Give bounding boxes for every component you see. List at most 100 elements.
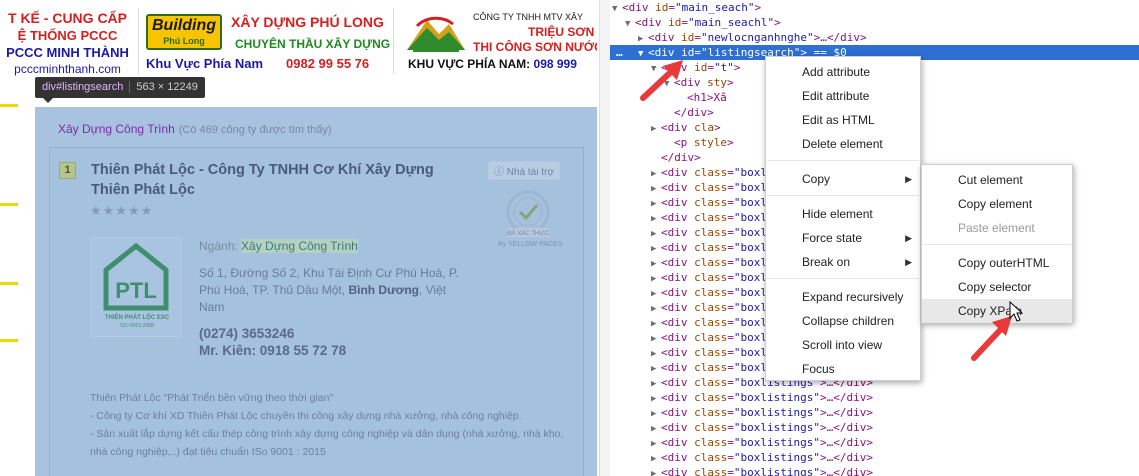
menu-item-label: Copy element: [958, 197, 1033, 211]
menu-item-force-state[interactable]: Force state ▶: [766, 226, 920, 250]
menu-item-label: Force state: [802, 231, 863, 245]
logo-caption: THIÊN PHÁT LỘC EXC: [104, 315, 170, 321]
menu-item-label: Scroll into view: [802, 338, 883, 352]
menu-item-hide-element[interactable]: Hide element: [766, 202, 920, 226]
ad-divider: [393, 8, 394, 74]
menu-item-label: Edit attribute: [802, 89, 870, 103]
node-attr-name: sty: [707, 76, 727, 89]
menu-item-edit-as-html[interactable]: Edit as HTML: [766, 108, 920, 132]
ad-xay-dung-phu-long[interactable]: Building Phú Long XÂY DỰNG PHÚ LONG CHUY…: [140, 6, 390, 76]
company-card[interactable]: 1 Thiên Phát Lộc - Công Ty TNHH Cơ Khí X…: [49, 147, 584, 476]
building-logo: Building Phú Long: [146, 14, 222, 50]
inspect-tooltip: div#listingsearch 563 × 12249: [35, 77, 205, 103]
company-logo[interactable]: PTL THIÊN PHÁT LỘC EXC ISO 9001:2008: [91, 237, 181, 337]
company-phone[interactable]: (0274) 3653246: [199, 326, 294, 341]
dom-node-line[interactable]: ▼ <div id="main_seachl">: [610, 15, 1139, 30]
listing-count: (Có 469 công ty được tìm thấy): [178, 124, 332, 136]
boxlistings-node-line[interactable]: ▶<div class="boxlistings">…</div>: [610, 465, 1139, 476]
logo-text: Building: [152, 17, 216, 34]
listingsearch-highlight[interactable]: Xây Dựng Công Trình (Có 469 công ty được …: [35, 107, 597, 476]
node-attr-value: "newlocnganhnghe": [701, 31, 814, 44]
company-description: Thiên Phát Lộc "Phát Triển bền vững theo…: [90, 389, 570, 461]
submenu-arrow-icon: ▶: [905, 257, 912, 267]
node-attr-name: cla: [694, 121, 714, 134]
sponsor-badge: ⓘ Nhà tài trợ: [488, 161, 560, 180]
more-options-icon[interactable]: …: [616, 45, 623, 60]
description-line: - Công ty Cơ khí XD Thiên Phát Lộc chuyê…: [90, 410, 522, 422]
node-tag: <div cla>: [661, 121, 721, 134]
node-tag: <p style>: [674, 136, 734, 149]
menu-item-label: Focus: [802, 362, 835, 376]
sponsor-label: Nhà tài trợ: [506, 167, 554, 178]
ad-region: Khu Vực Phía Nam: [146, 56, 264, 71]
menu-item-cut-element[interactable]: Cut element: [922, 168, 1072, 192]
boxlistings-node-line[interactable]: ▶<div class="boxlistings">…</div>: [610, 390, 1139, 405]
menu-item-paste-element[interactable]: Paste element: [922, 216, 1072, 240]
node-attr-name: id: [681, 31, 695, 44]
menu-item-copy-selector[interactable]: Copy selector: [922, 275, 1072, 299]
menu-item-scroll-into-view[interactable]: Scroll into view: [766, 333, 920, 357]
context-menu: Add attribute Edit attribute Edit as HTML D…: [765, 56, 921, 381]
ad-service: THI CÔNG SƠN NƯỚC, X: [473, 40, 597, 54]
company-address: Số 1, Đường Số 2, Khu Tái Định Cư Phú Ho…: [199, 265, 469, 316]
industry-label: Ngành:: [199, 239, 238, 253]
menu-item-copy-element[interactable]: Copy element: [922, 192, 1072, 216]
menu-item-focus[interactable]: Focus: [766, 357, 920, 381]
menu-item-delete-element[interactable]: Delete element: [766, 132, 920, 156]
node-attr-value: "t": [714, 61, 734, 74]
tooltip-dimensions: 563 × 12249: [129, 81, 198, 93]
devtools-resize-handle[interactable]: [599, 0, 610, 476]
description-line: - Sản xuất lắp dựng kết cấu thép công tr…: [90, 428, 564, 458]
menu-item-edit-attribute[interactable]: Edit attribute: [766, 84, 920, 108]
company-contact[interactable]: Mr. Kiên: 0918 55 72 78: [199, 343, 346, 358]
menu-item-label: Copy: [802, 172, 831, 186]
menu-item-label: Cut element: [958, 173, 1023, 187]
dom-node-line[interactable]: ▶ <div id="newlocnganhnghe">…</div>: [610, 30, 1139, 45]
decorative-dash: [0, 203, 18, 206]
dom-node-line[interactable]: ▼ <div id="main_seach">: [610, 0, 1139, 15]
node-attr-name: id: [694, 61, 708, 74]
seal-caption: By YELLOW PAGES: [498, 241, 563, 248]
menu-separator: [767, 195, 919, 196]
node-attr-name: id: [668, 16, 682, 29]
menu-item-expand-recursively[interactable]: Expand recursively: [766, 285, 920, 309]
boxlistings-node-line[interactable]: ▶<div class="boxlistings">…</div>: [610, 420, 1139, 435]
menu-item-label: Paste element: [958, 221, 1035, 235]
node-tag: <div id="newlocnganhnghe">: [648, 31, 821, 44]
boxlistings-node-line[interactable]: ▶<div class="boxlistings">…</div>: [610, 450, 1139, 465]
boxlistings-node-line[interactable]: ▶<div class="boxlistings">…</div>: [610, 435, 1139, 450]
ad-line: PCCC MINH THÀNH: [6, 45, 129, 60]
menu-item-collapse-children[interactable]: Collapse children: [766, 309, 920, 333]
logo-subtext: Phú Long: [163, 36, 205, 46]
decorative-dash: [0, 282, 18, 285]
company-name-link[interactable]: Thiên Phát Lộc - Công Ty TNHH Cơ Khí Xây…: [91, 160, 471, 200]
industry-link[interactable]: Xây Dựng Công Trình: [241, 239, 358, 253]
node-attr-name: style: [693, 136, 727, 149]
menu-item-label: Add attribute: [802, 65, 871, 79]
ad-title: XÂY DỰNG PHÚ LONG: [231, 14, 384, 30]
result-index: 1: [59, 162, 76, 179]
menu-item-label: Delete element: [802, 137, 883, 151]
node-tag: </div>: [661, 151, 701, 164]
seal-label: ĐÃ XÁC THỰC: [507, 230, 549, 237]
node-attr-value: "main_seach": [675, 1, 755, 14]
tooltip-selector: div#listingsearch: [42, 81, 124, 93]
menu-item-label: Copy selector: [958, 280, 1032, 294]
expand-toggle-icon[interactable]: ▶: [651, 467, 661, 476]
menu-item-copy[interactable]: Copy ▶: [766, 167, 920, 191]
menu-item-add-attribute[interactable]: Add attribute: [766, 60, 920, 84]
ad-divider: [138, 8, 139, 74]
decorative-dash: [0, 339, 18, 342]
ad-banner-row: T KẾ - CUNG CẤP Ệ THỐNG PCCC PCCC MINH T…: [0, 0, 597, 82]
ad-trieu-son[interactable]: CÔNG TY TNHH MTV XÂY TRIỆU SƠN THI CÔNG …: [400, 6, 597, 76]
menu-separator: [767, 278, 919, 279]
submenu-arrow-icon: ▶: [905, 233, 912, 243]
node-attr-name: id: [655, 1, 669, 14]
menu-item-break-on[interactable]: Break on ▶: [766, 250, 920, 274]
boxlistings-node-line[interactable]: ▶<div class="boxlistings">…</div>: [610, 405, 1139, 420]
menu-separator: [767, 160, 919, 161]
menu-item-label: Collapse children: [802, 314, 895, 328]
menu-item-copy-outerhtml[interactable]: Copy outerHTML: [922, 251, 1072, 275]
ad-pccc-minh-thanh[interactable]: T KẾ - CUNG CẤP Ệ THỐNG PCCC PCCC MINH T…: [0, 8, 135, 76]
ad-region: KHU VỰC PHÍA NAM:: [408, 57, 531, 71]
